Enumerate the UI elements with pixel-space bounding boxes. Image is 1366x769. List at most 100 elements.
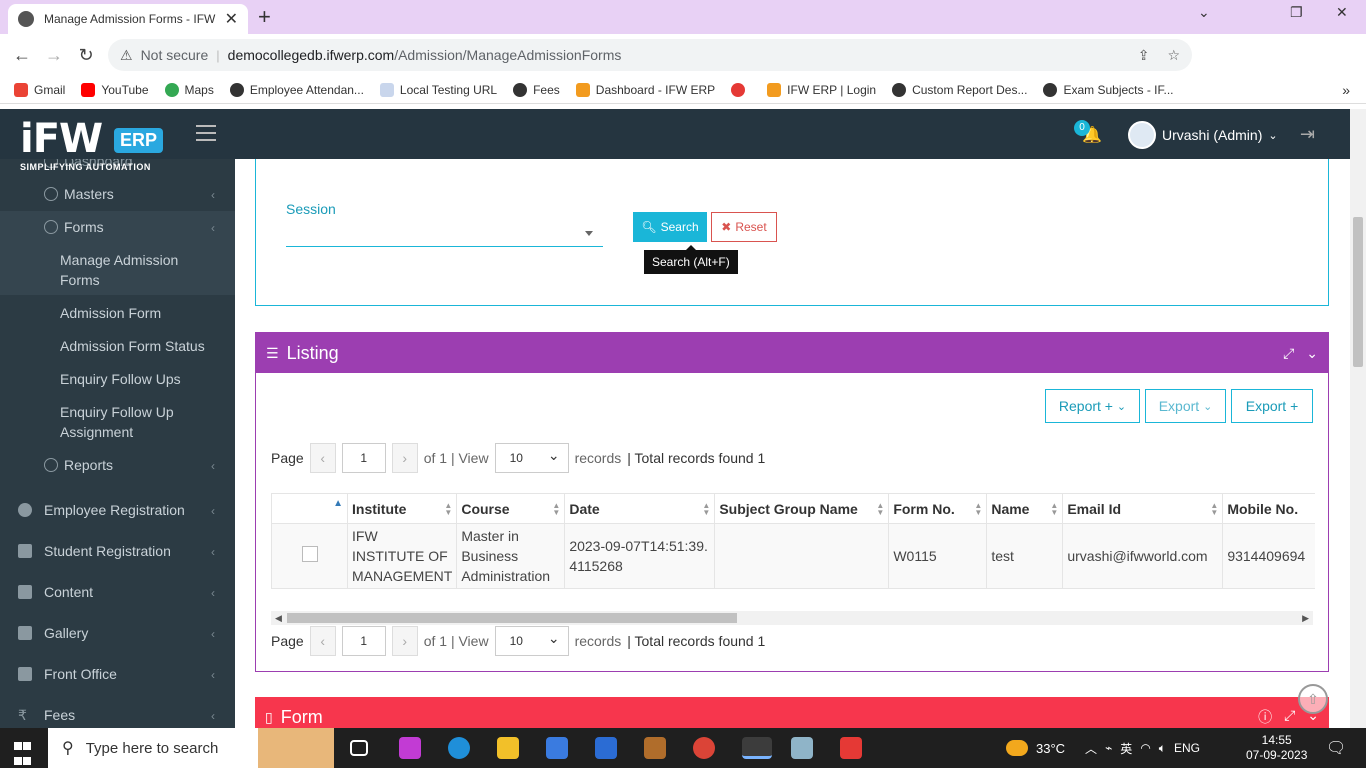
col-name[interactable]: Name ▲ ▼: [986, 493, 1064, 524]
sidebar-item-employee-registration[interactable]: Employee Registration: [18, 502, 235, 518]
prev-page-button[interactable]: ‹: [309, 443, 336, 473]
microsoft-store-icon[interactable]: [546, 737, 568, 759]
restore-window-icon[interactable]: ❐: [1290, 4, 1303, 21]
ifw-erp-logo[interactable]: iFW ERP SIMPLIFYING AUTOMATION: [20, 116, 180, 178]
edge-browser-icon[interactable]: [448, 737, 470, 759]
bookmark-gmail[interactable]: Gmail: [14, 82, 65, 97]
scroll-to-top-button[interactable]: ⇧: [1298, 684, 1328, 714]
bookmark-local-testing[interactable]: Local Testing URL: [379, 82, 497, 97]
notification-center-icon[interactable]: 🗨︎: [1326, 728, 1346, 768]
collapse-chevron-icon[interactable]: ⌄: [1306, 345, 1318, 362]
bookmark-employee-attendance[interactable]: Employee Attendan...: [229, 82, 364, 97]
bookmark-maps[interactable]: Maps: [164, 82, 214, 97]
volume-icon[interactable]: 🔈︎: [1159, 741, 1166, 756]
hamburger-menu-icon[interactable]: [196, 125, 216, 141]
taskbar-search-box[interactable]: ⚲ Type here to search: [48, 728, 334, 768]
scroll-left-icon[interactable]: ◀: [275, 611, 282, 625]
weather-icon[interactable]: [1006, 740, 1028, 756]
export-plus-button[interactable]: Export +: [1231, 389, 1313, 423]
page-size-select[interactable]: 10: [494, 624, 569, 656]
warning-icon[interactable]: ⚠: [120, 47, 133, 64]
temperature[interactable]: 33°C: [1036, 741, 1065, 756]
bookmark-youtube[interactable]: YouTube: [81, 82, 149, 97]
sidebar-item-student-registration[interactable]: Student Registration: [18, 543, 235, 559]
col-select[interactable]: ▲: [271, 493, 348, 524]
next-page-button[interactable]: ›: [391, 626, 418, 656]
user-menu[interactable]: Urvashi (Admin) ⌄: [1128, 121, 1278, 149]
prev-page-button[interactable]: ‹: [309, 626, 336, 656]
anydesk-icon[interactable]: [840, 737, 862, 759]
close-window-icon[interactable]: ✕: [1336, 4, 1348, 21]
task-view-icon[interactable]: [350, 740, 368, 756]
col-date[interactable]: Date ▲ ▼: [564, 493, 716, 524]
bookmark-fees[interactable]: Fees: [513, 82, 560, 97]
page-number-input[interactable]: 1: [341, 626, 386, 656]
bookmark-exam-subjects[interactable]: Exam Subjects - IF...: [1043, 82, 1174, 97]
sidebar-item-enquiry-follow-ups[interactable]: Enquiry Follow Ups: [60, 369, 220, 389]
new-tab-button[interactable]: +: [258, 4, 271, 30]
file-explorer-icon[interactable]: [497, 737, 519, 759]
col-course[interactable]: Course ▲ ▼: [456, 493, 566, 524]
next-page-button[interactable]: ›: [391, 443, 418, 473]
tray-chevron-icon[interactable]: ︿: [1085, 740, 1097, 757]
sidebar-item-admission-form[interactable]: Admission Form: [60, 303, 220, 323]
reset-button[interactable]: ✖ Reset: [711, 212, 777, 242]
sidebar-item-front-office[interactable]: Front Office: [18, 666, 235, 682]
notepad-icon[interactable]: [791, 737, 813, 759]
row-checkbox[interactable]: [301, 545, 318, 562]
wifi-icon[interactable]: ◠: [1140, 741, 1150, 755]
chrome-icon[interactable]: [693, 737, 715, 759]
tab-search-icon[interactable]: ⌄: [1198, 4, 1210, 21]
bookmark-custom-report[interactable]: Custom Report Des...: [892, 82, 1027, 97]
scroll-right-icon[interactable]: ▶: [1302, 611, 1309, 625]
col-subject-group[interactable]: Subject Group Name ▲ ▼: [714, 493, 890, 524]
chrome-active-icon[interactable]: [742, 737, 772, 759]
export-dropdown-button[interactable]: Export ⌄: [1145, 389, 1226, 423]
photos-app-icon[interactable]: [644, 737, 666, 759]
network-icon[interactable]: ⌁: [1105, 741, 1112, 755]
page-vertical-scrollbar[interactable]: [1350, 109, 1366, 728]
language-indicator[interactable]: ENG: [1174, 741, 1200, 755]
expand-icon[interactable]: ⤢: [1283, 345, 1294, 362]
page-size-select[interactable]: 10: [494, 441, 569, 473]
reload-icon[interactable]: ↻: [70, 45, 102, 66]
bookmark-dashboard[interactable]: Dashboard - IFW ERP: [575, 82, 715, 97]
page-number-input[interactable]: 1: [341, 443, 386, 473]
sidebar-item-forms[interactable]: Forms: [44, 219, 235, 235]
share-icon[interactable]: ⇪: [1138, 47, 1150, 64]
url-text[interactable]: democollegedb.ifwerp.com/Admission/Manag…: [228, 47, 622, 63]
sidebar-item-manage-admission-forms[interactable]: Manage Admission Forms: [60, 250, 220, 290]
report-button[interactable]: Report + ⌄: [1045, 389, 1140, 423]
search-button[interactable]: 🔍︎ Search: [633, 212, 707, 242]
bookmark-star-icon[interactable]: ☆: [1167, 47, 1180, 64]
info-icon[interactable]: ⓘ: [1258, 707, 1272, 727]
table-horizontal-scrollbar[interactable]: ◀ ▶: [271, 611, 1313, 625]
mail-icon[interactable]: [595, 737, 617, 759]
sidebar-item-enquiry-follow-up-assignment[interactable]: Enquiry Follow Up Assignment: [60, 402, 220, 442]
wps-office-icon[interactable]: [399, 737, 421, 759]
expand-icon[interactable]: ⤢: [1284, 707, 1295, 727]
clock[interactable]: 14:55 07-09-2023: [1246, 728, 1307, 768]
col-email[interactable]: Email Id ▲ ▼: [1062, 493, 1224, 524]
sidebar-item-gallery[interactable]: Gallery: [18, 625, 235, 641]
sidebar-item-admission-form-status[interactable]: Admission Form Status: [60, 336, 220, 356]
logout-icon[interactable]: ⇥: [1300, 124, 1315, 145]
sidebar-item-content[interactable]: Content: [18, 584, 235, 600]
sidebar-item-masters[interactable]: Masters: [44, 186, 235, 202]
col-form-no[interactable]: Form No. ▲ ▼: [888, 493, 988, 524]
back-arrow-icon[interactable]: ←: [6, 45, 38, 66]
scrollbar-thumb[interactable]: [287, 613, 737, 623]
windows-start-icon[interactable]: [14, 739, 32, 765]
bookmark-red[interactable]: [731, 82, 751, 97]
address-bar[interactable]: ⚠ Not secure | democollegedb.ifwerp.com/…: [108, 39, 1192, 71]
table-row[interactable]: IFW INSTITUTE OF MANAGEMENT Master in Bu…: [271, 523, 1315, 589]
sidebar-item-fees[interactable]: ₹ Fees: [18, 707, 235, 723]
ime-icon[interactable]: 英: [1120, 740, 1132, 757]
browser-tab[interactable]: Manage Admission Forms - IFW E ✕: [8, 4, 248, 34]
bookmarks-more-icon[interactable]: »: [1342, 82, 1350, 98]
session-select[interactable]: [286, 221, 603, 247]
sidebar-item-reports[interactable]: Reports: [44, 457, 235, 473]
scrollbar-thumb[interactable]: [1353, 217, 1363, 367]
not-secure-label[interactable]: Not secure: [141, 47, 209, 63]
forward-arrow-icon[interactable]: →: [38, 45, 70, 66]
